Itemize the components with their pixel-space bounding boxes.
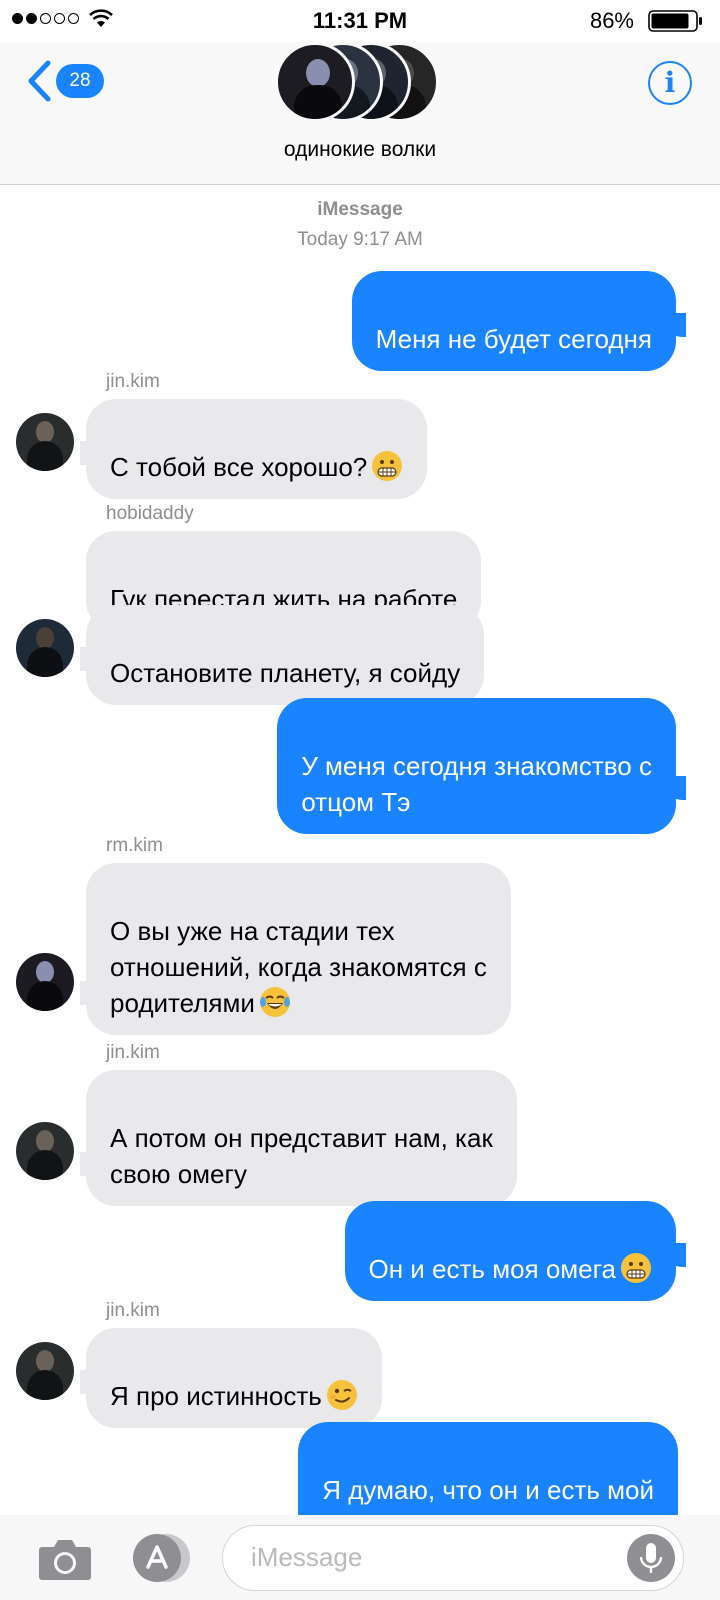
sender-name: rm.kim	[106, 835, 163, 856]
microphone-icon	[639, 1543, 663, 1573]
message-text: Остановите планету, я сойду	[110, 658, 461, 688]
sender-name: hobidaddy	[106, 503, 194, 524]
winking-face-icon	[326, 1380, 357, 1410]
message-text: О вы уже на стадии тех отношений, когда …	[110, 916, 487, 1018]
sender-avatar[interactable]	[16, 1342, 74, 1400]
microphone-button[interactable]	[627, 1534, 675, 1582]
sender-avatar[interactable]	[16, 1122, 74, 1180]
sender-name: jin.kim	[106, 1042, 160, 1063]
info-button[interactable]: i	[648, 61, 692, 105]
grimacing-face-icon	[372, 451, 403, 481]
sender-avatar[interactable]	[16, 413, 74, 471]
message-thread[interactable]: iMessage Today 9:17 AM Меня не будет сег…	[0, 185, 720, 1515]
battery-percent: 86%	[589, 8, 634, 33]
outgoing-message[interactable]: Я думаю, что он и есть мой	[298, 1422, 678, 1515]
sender-name: jin.kim	[106, 1300, 160, 1321]
message-text: С тобой все хорошо?	[110, 452, 368, 482]
group-avatars[interactable]	[275, 42, 445, 128]
grimacing-face-icon	[621, 1253, 651, 1283]
camera-icon[interactable]	[38, 1537, 92, 1581]
incoming-message[interactable]: Остановите планету, я сойду	[86, 605, 485, 705]
message-text: Он и есть моя омега	[368, 1254, 617, 1284]
sender-name: jin.kim	[106, 371, 160, 392]
conversation-header: 28 одинокие волки i	[0, 42, 720, 185]
message-text: У меня сегодня знакомство с отцом Тэ	[301, 751, 652, 817]
unread-count-badge: 28	[56, 64, 104, 98]
sender-avatar[interactable]	[16, 619, 74, 677]
tears-of-joy-face-icon	[259, 987, 290, 1017]
message-text: Я про истинность	[110, 1381, 322, 1411]
app-store-icon[interactable]	[128, 1533, 192, 1583]
compose-bar: iMessage	[0, 1515, 720, 1600]
group-name[interactable]: одинокие волки	[0, 138, 720, 162]
message-text: Я думаю, что он и есть мой	[322, 1475, 654, 1505]
incoming-message[interactable]: Я про истинность	[86, 1328, 382, 1428]
message-text: А потом он представит нам, как свою омег…	[110, 1123, 493, 1189]
input-placeholder: iMessage	[251, 1542, 363, 1572]
outgoing-message[interactable]: Он и есть моя омега	[344, 1201, 676, 1301]
outgoing-message[interactable]: Меня не будет сегодня	[351, 271, 676, 371]
back-button[interactable]: 28	[26, 60, 104, 102]
incoming-message[interactable]: А потом он представит нам, как свою омег…	[86, 1070, 517, 1206]
incoming-message[interactable]: О вы уже на стадии тех отношений, когда …	[86, 863, 511, 1035]
chevron-left-icon	[28, 60, 51, 102]
outgoing-message[interactable]: У меня сегодня знакомство с отцом Тэ	[277, 698, 676, 834]
status-bar: 11:31 PM 86%	[0, 0, 720, 42]
message-text: Меня не будет сегодня	[375, 324, 652, 354]
sender-avatar[interactable]	[16, 953, 74, 1011]
timestamp: Today 9:17 AM	[297, 229, 423, 250]
battery-icon	[648, 10, 702, 32]
incoming-message[interactable]: С тобой все хорошо?	[86, 399, 428, 499]
member-avatar	[275, 42, 355, 122]
message-input[interactable]: iMessage	[222, 1525, 684, 1591]
service-label: iMessage	[317, 199, 403, 220]
